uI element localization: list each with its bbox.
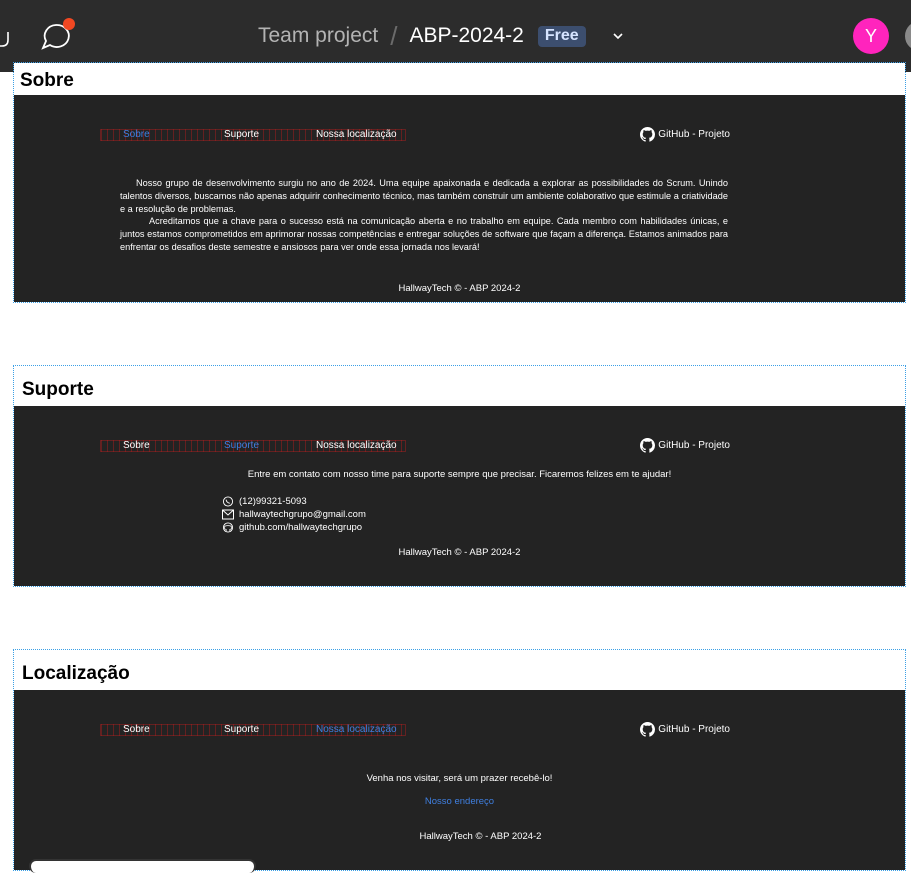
site-nav: Sobre Suporte Nossa localização GitHub -… [100, 127, 730, 142]
nav-sobre[interactable]: Sobre [123, 439, 150, 453]
team-project-link[interactable]: Team project [258, 24, 378, 48]
contact-phone: (12)99321-5093 [222, 495, 366, 508]
support-intro: Entre em contato com nosso time para sup… [247, 469, 672, 480]
github-url: github.com/hallwaytechgrupo [239, 522, 363, 533]
gmail-icon [222, 509, 234, 520]
nav-suporte[interactable]: Suporte [224, 439, 259, 453]
frame-header: Suporte [14, 366, 905, 406]
frame-title: Suporte [22, 379, 94, 400]
github-link-label: GitHub - Projeto [658, 724, 730, 735]
location-intro: Venha nos visitar, será um prazer recebê… [366, 773, 553, 784]
github-link[interactable]: GitHub - Projeto [640, 722, 730, 737]
nav-sobre[interactable]: Sobre [123, 128, 150, 142]
file-title: Team project / ABP-2024-2 Free [258, 20, 624, 51]
plan-badge[interactable]: Free [537, 25, 586, 47]
frame-header: Localização [14, 650, 905, 690]
github-outline-icon [222, 522, 234, 533]
site-footer: HallwayTech © - ABP 2024-2 [419, 831, 542, 842]
about-paragraph-1: Nosso grupo de desenvolvimento surgiu no… [120, 178, 728, 214]
site-footer: HallwayTech © - ABP 2024-2 [398, 547, 521, 558]
nav-localizacao[interactable]: Nossa localização [316, 439, 397, 453]
about-paragraph-2: Acreditamos que a chave para o sucesso e… [120, 216, 728, 252]
whatsapp-icon [222, 496, 234, 507]
avatar[interactable]: Y [853, 18, 889, 54]
nav-suporte[interactable]: Suporte [224, 723, 259, 737]
nav-localizacao[interactable]: Nossa localização [316, 128, 397, 142]
breadcrumb-separator: / [390, 20, 398, 51]
site-preview: Sobre Suporte Nossa localização GitHub -… [14, 95, 905, 302]
contact-email: hallwaytechgrupo@gmail.com [222, 508, 366, 521]
address-link[interactable]: Nosso endereço [14, 796, 905, 807]
frame-localizacao[interactable]: Localização Sobre Suporte Nossa localiza… [13, 649, 906, 871]
github-icon [640, 438, 656, 453]
frame-title: Sobre [20, 70, 74, 91]
nav-suporte[interactable]: Suporte [224, 128, 259, 142]
github-link[interactable]: GitHub - Projeto [640, 438, 730, 453]
github-link-label: GitHub - Projeto [658, 440, 730, 451]
contact-github: github.com/hallwaytechgrupo [222, 521, 366, 534]
nav-sobre[interactable]: Sobre [123, 723, 150, 737]
site-preview: Sobre Suporte Nossa localização GitHub -… [14, 406, 905, 586]
avatar-secondary[interactable] [902, 18, 911, 54]
frame-header: Sobre [14, 63, 905, 95]
hand-icon[interactable] [0, 22, 10, 48]
frame-suporte[interactable]: Suporte Sobre Suporte Nossa localização … [13, 365, 906, 587]
horizontal-scrollbar[interactable] [29, 859, 256, 873]
email-address: hallwaytechgrupo@gmail.com [239, 509, 366, 520]
notification-dot [63, 18, 75, 30]
github-link-label: GitHub - Projeto [658, 129, 730, 140]
github-icon [640, 722, 656, 737]
phone-number: (12)99321-5093 [239, 496, 307, 507]
site-nav: Sobre Suporte Nossa localização GitHub -… [100, 438, 730, 453]
site-footer: HallwayTech © - ABP 2024-2 [398, 283, 521, 294]
chevron-down-icon[interactable] [612, 32, 624, 40]
contact-list: (12)99321-5093 hallwaytechgrupo@gmail.co… [222, 495, 366, 534]
frame-title: Localização [22, 663, 130, 684]
site-nav: Sobre Suporte Nossa localização GitHub -… [100, 722, 730, 737]
github-link[interactable]: GitHub - Projeto [640, 127, 730, 142]
file-name[interactable]: ABP-2024-2 [409, 24, 523, 48]
nav-localizacao[interactable]: Nossa localização [316, 723, 397, 737]
site-preview: Sobre Suporte Nossa localização GitHub -… [14, 690, 905, 870]
github-icon [640, 127, 656, 142]
frame-sobre[interactable]: Sobre Sobre Suporte Nossa localização Gi… [13, 62, 906, 303]
about-text: Nosso grupo de desenvolvimento surgiu no… [120, 177, 728, 254]
